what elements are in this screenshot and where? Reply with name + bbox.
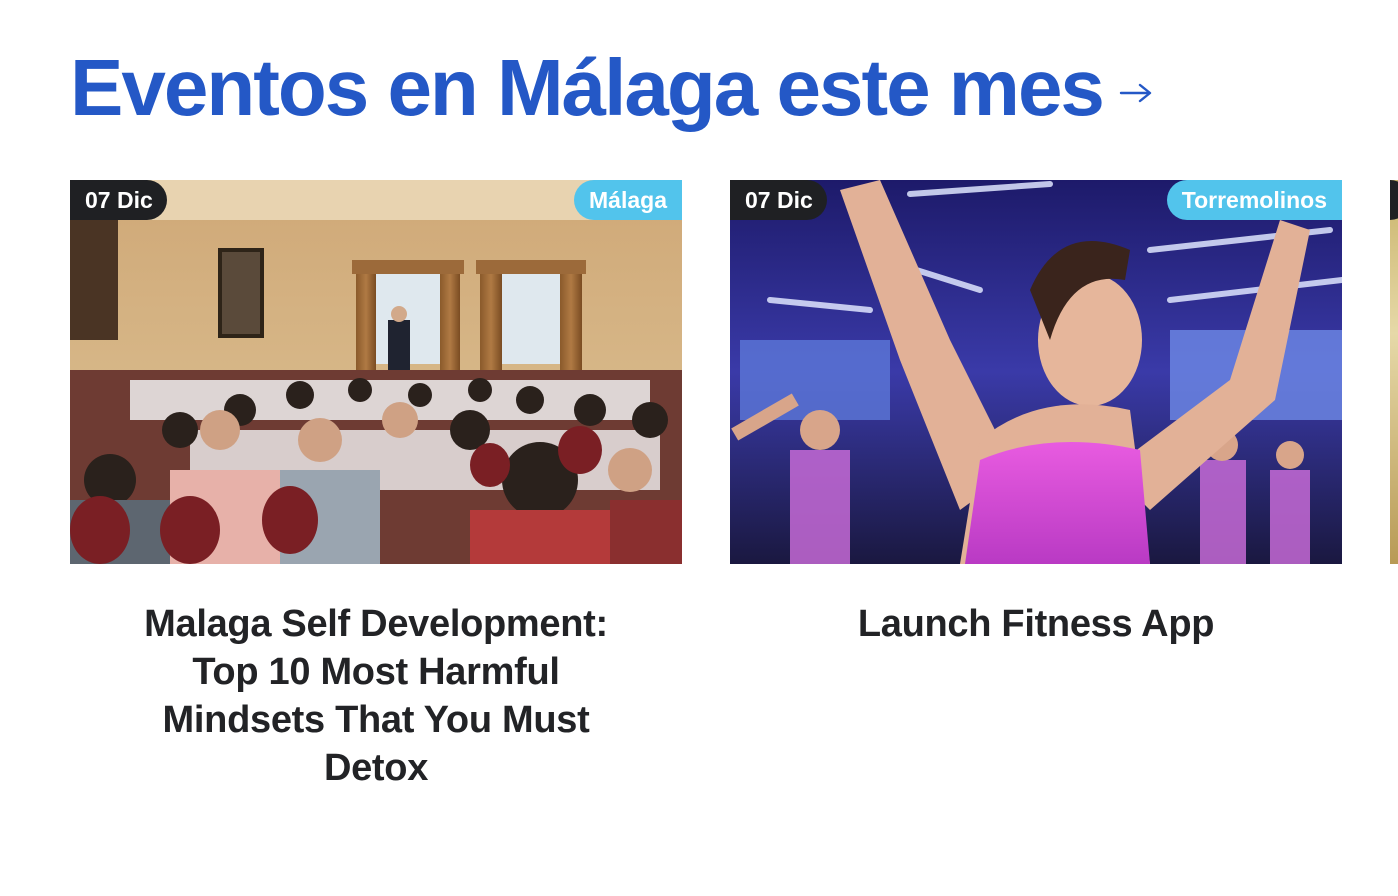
event-date-badge [1390, 180, 1398, 220]
events-carousel: 07 Dic Málaga Malaga Self Development: T… [70, 180, 1398, 880]
arrow-right-icon [1119, 82, 1153, 104]
event-date-badge: 07 Dic [730, 180, 827, 220]
event-date-badge: 07 Dic [70, 180, 167, 220]
event-card[interactable]: 07 Dic Málaga Malaga Self Development: T… [70, 180, 682, 792]
event-location-badge[interactable]: Torremolinos [1166, 180, 1342, 220]
event-title[interactable]: Launch Fitness App [770, 600, 1302, 648]
event-image-conference[interactable]: 07 Dic Málaga [70, 180, 682, 564]
event-image-fitness[interactable]: 07 Dic Torremolinos [730, 180, 1342, 564]
fitness-class-photo [730, 180, 1342, 564]
conference-room-photo [70, 180, 682, 564]
section-title: Eventos en Málaga este mes [70, 43, 1105, 132]
section-header-link[interactable]: Eventos en Málaga este mes [70, 40, 1153, 136]
event-location-badge[interactable]: Málaga [574, 180, 682, 220]
event-card[interactable]: 07 Dic Torremolinos Launch Fitness App [730, 180, 1342, 648]
event-title[interactable]: Malaga Self Development: Top 10 Most Har… [110, 600, 642, 792]
event-card-partial[interactable] [1390, 180, 1398, 564]
